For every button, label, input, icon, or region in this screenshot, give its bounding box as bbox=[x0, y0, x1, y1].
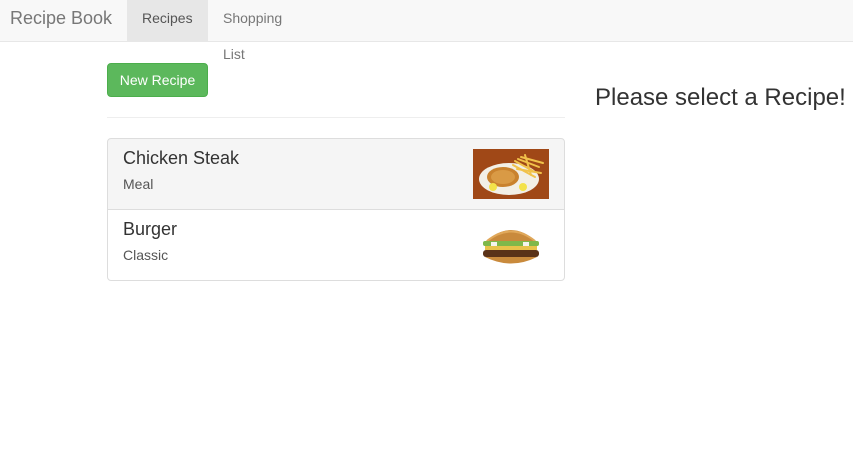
tab-shopping-list[interactable]: Shopping List bbox=[208, 0, 322, 62]
recipe-item-burger[interactable]: Burger Classic bbox=[107, 209, 565, 281]
recipe-list: Chicken Steak Meal Burger Classic bbox=[107, 138, 565, 281]
recipe-description: Meal bbox=[123, 176, 154, 192]
navbar: Recipe Book Recipes Shopping List bbox=[0, 0, 853, 62]
divider bbox=[107, 117, 565, 118]
new-recipe-button[interactable]: New Recipe bbox=[107, 63, 208, 97]
tab-recipes[interactable]: Recipes bbox=[127, 0, 208, 42]
burger-image bbox=[473, 220, 549, 270]
recipe-name: Burger bbox=[123, 219, 178, 239]
select-recipe-placeholder: Please select a Recipe! bbox=[595, 84, 846, 111]
recipe-item-chicken-steak[interactable]: Chicken Steak Meal bbox=[107, 138, 565, 210]
recipe-name: Chicken Steak bbox=[123, 148, 240, 168]
chicken-steak-image bbox=[473, 149, 549, 199]
brand-link[interactable]: Recipe Book bbox=[10, 0, 112, 42]
recipe-description: Classic bbox=[123, 247, 169, 263]
